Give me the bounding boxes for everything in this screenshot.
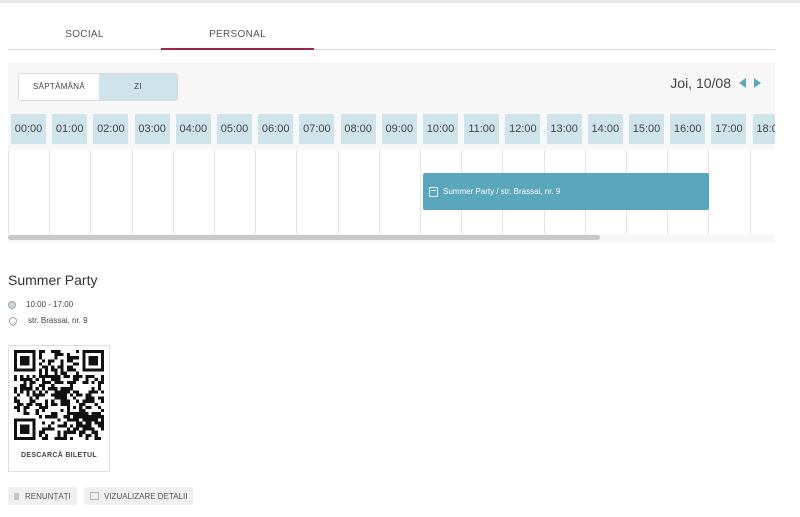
hour-label: 01:00	[52, 114, 88, 144]
event-time-row: 10:00 - 17:00	[8, 300, 73, 309]
hour-label: 06:00	[258, 114, 294, 144]
grid-column-divider	[296, 150, 298, 234]
hour-label: 13:00	[546, 114, 582, 144]
grid-column-divider	[337, 150, 339, 234]
hour-label: 02:00	[93, 114, 129, 144]
hour-label: 03:00	[134, 114, 170, 144]
view-details-button[interactable]: VIZUALIZARE DETALII	[84, 487, 194, 505]
calendar-event-label: Summer Party / str. Brassai, nr. 9	[443, 187, 561, 196]
event-title: Summer Party	[8, 272, 98, 288]
tab-social[interactable]: SOCIAL	[8, 24, 161, 48]
event-location-row: str. Brassai, nr. 9	[7, 314, 88, 327]
calendar-panel: SĂPTĂMÂNĂ ZI Joi, 10/08 00:00 01:00 02:00 0…	[8, 63, 775, 243]
grid-column-divider	[214, 150, 215, 234]
horizontal-scrollbar[interactable]	[8, 235, 775, 241]
grid-column-divider	[49, 150, 51, 234]
grid-column-divider	[90, 150, 92, 234]
hour-label: 16:00	[670, 114, 706, 144]
calendar-event[interactable]: Summer Party / str. Brassai, nr. 9	[423, 173, 709, 210]
date-navigator: Joi, 10/08	[670, 73, 761, 93]
current-date: Joi, 10/08	[670, 75, 731, 91]
view-details-label: VIZUALIZARE DETALII	[104, 491, 188, 501]
download-ticket-label: DESCARCĂ BILETUL	[21, 452, 97, 459]
grid-column-divider	[749, 150, 751, 234]
top-border	[0, 0, 800, 3]
hour-label: 09:00	[381, 114, 417, 144]
day-grid: Summer Party / str. Brassai, nr. 9	[8, 150, 775, 234]
view-week-button[interactable]: SĂPTĂMÂNĂ	[19, 74, 99, 100]
cancel-label: RENUNȚAȚI	[25, 491, 71, 501]
hour-label: 12:00	[505, 114, 541, 144]
tab-personal[interactable]: PERSONAL	[161, 24, 314, 50]
grid-column-divider	[131, 150, 133, 234]
hour-label: 00:00	[11, 114, 46, 144]
event-time: 10:00 - 17:00	[26, 300, 74, 309]
tab-bar: SOCIAL PERSONAL	[8, 24, 775, 50]
previous-day-arrow-icon[interactable]	[739, 78, 746, 88]
hour-label: 18:00	[752, 114, 775, 144]
calendar-icon	[429, 186, 438, 197]
next-day-arrow-icon[interactable]	[754, 78, 761, 88]
grid-column-divider	[378, 150, 380, 234]
document-icon	[14, 492, 19, 500]
hour-label: 15:00	[629, 114, 664, 144]
hour-label: 11:00	[464, 114, 500, 144]
cancel-button[interactable]: RENUNȚAȚI	[8, 487, 77, 505]
event-location: str. Brassai, nr. 9	[28, 316, 88, 325]
hour-label: 08:00	[340, 114, 376, 144]
hour-label: 14:00	[587, 114, 623, 144]
view-day-button[interactable]: ZI	[99, 74, 177, 100]
qr-code-icon	[14, 350, 104, 440]
download-ticket-card[interactable]: DESCARCĂ BILETUL	[8, 345, 110, 472]
details-icon	[90, 492, 99, 500]
grid-column-divider	[255, 150, 257, 234]
hour-label: 10:00	[423, 114, 458, 144]
location-pin-icon	[7, 314, 19, 327]
scrollbar-thumb[interactable]	[8, 235, 600, 240]
hour-label: 17:00	[711, 114, 747, 144]
clock-icon	[8, 300, 16, 309]
grid-column-divider	[8, 150, 9, 234]
hour-label: 04:00	[175, 114, 211, 144]
hour-label: 07:00	[299, 114, 335, 144]
grid-column-divider	[172, 150, 174, 234]
grid-column-divider	[420, 150, 421, 234]
hour-label: 05:00	[217, 114, 252, 144]
view-switch: SĂPTĂMÂNĂ ZI	[18, 73, 178, 101]
